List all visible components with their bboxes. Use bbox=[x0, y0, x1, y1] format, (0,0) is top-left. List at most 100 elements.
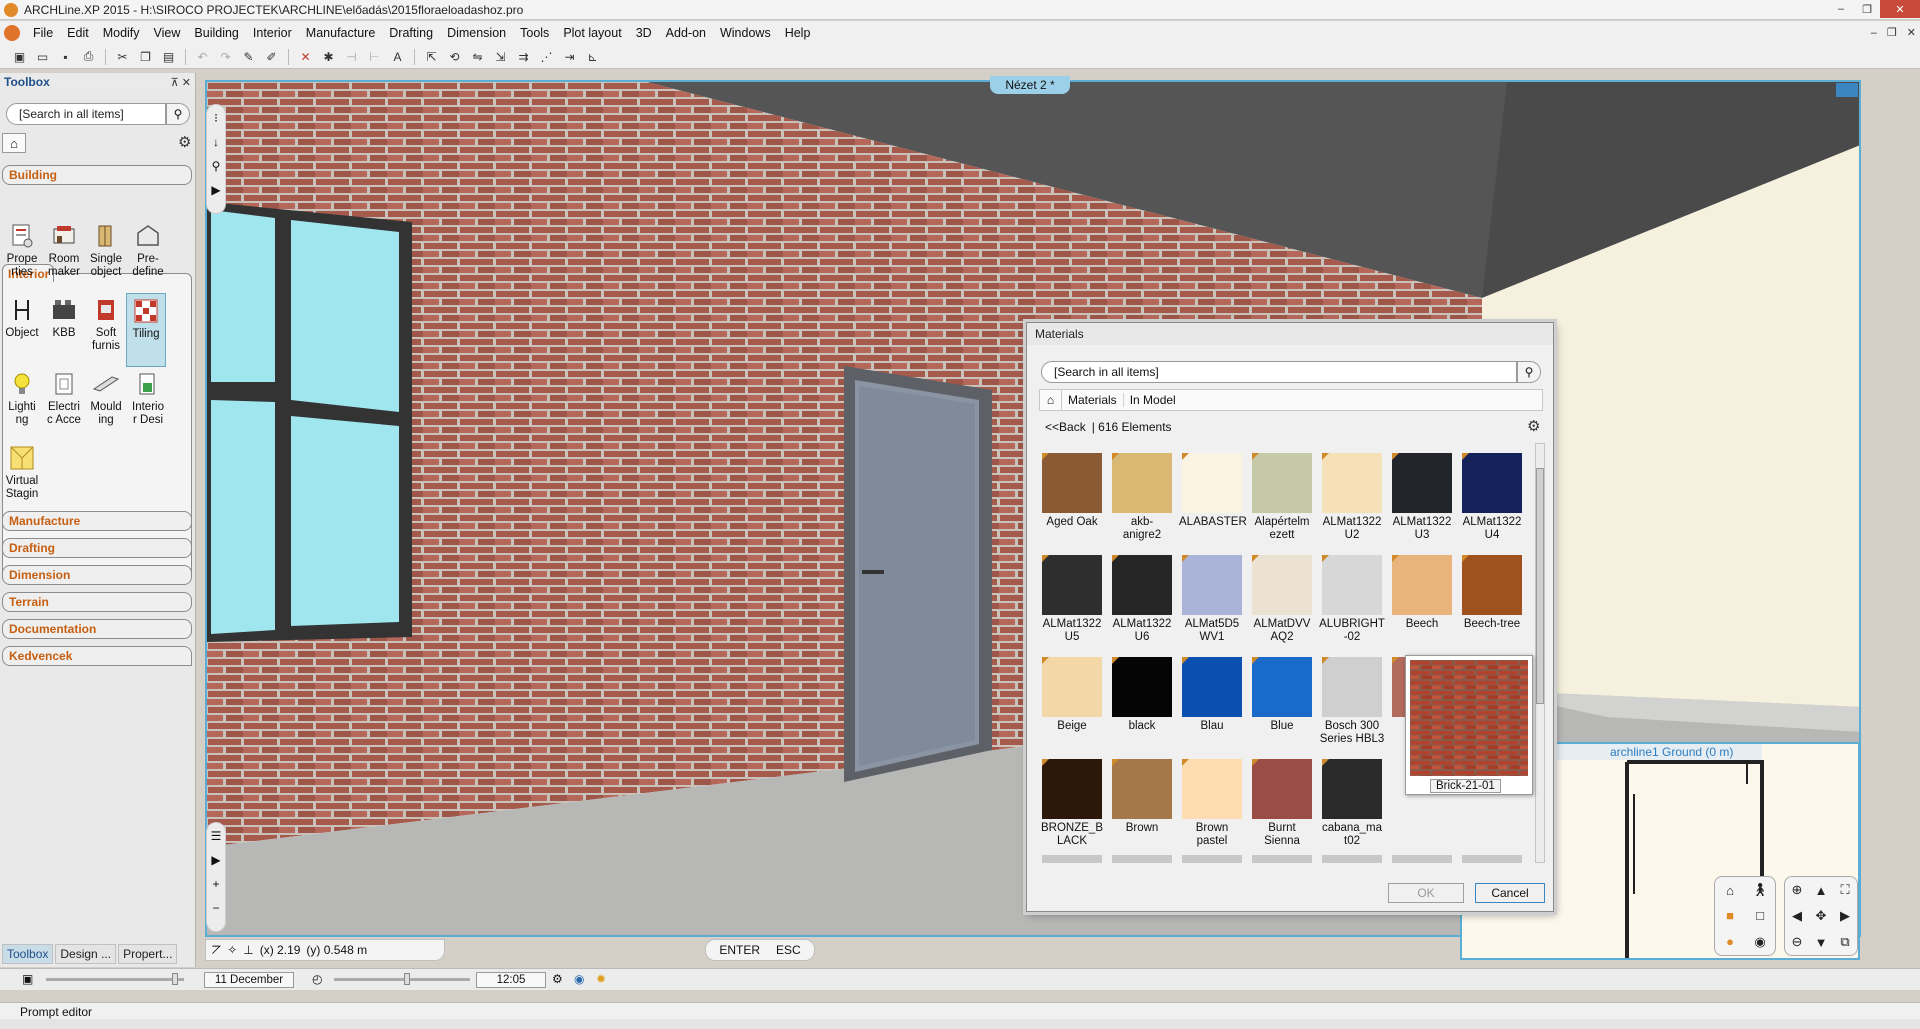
material-tile[interactable]: ALMat1322 U3 bbox=[1389, 453, 1455, 542]
zoom-out-icon[interactable]: ⊖ bbox=[1792, 934, 1803, 950]
menu-help[interactable]: Help bbox=[778, 26, 818, 40]
materials-search-input[interactable]: [Search in all items] bbox=[1041, 361, 1517, 383]
material-tile[interactable]: BRONZE_B LACK bbox=[1039, 759, 1105, 848]
tab-design-center[interactable]: Design ... bbox=[55, 944, 117, 964]
menu-manufacture[interactable]: Manufacture bbox=[299, 26, 382, 40]
category-terrain[interactable]: Terrain bbox=[2, 592, 192, 612]
snap-icon[interactable]: ✧ bbox=[227, 943, 237, 957]
tool-kbb[interactable]: KBB bbox=[44, 295, 84, 340]
material-tile[interactable]: ALMat1322 U4 bbox=[1459, 453, 1525, 542]
pan-icon[interactable]: ✥ bbox=[1816, 908, 1827, 924]
category-drafting[interactable]: Drafting bbox=[2, 538, 192, 558]
close-button[interactable]: ✕ bbox=[1880, 0, 1920, 18]
ok-button[interactable]: OK bbox=[1388, 883, 1464, 903]
breadcrumb-materials[interactable]: Materials bbox=[1062, 393, 1124, 407]
scrollbar-thumb[interactable] bbox=[1536, 468, 1544, 704]
sun-settings-icon[interactable]: ▣ bbox=[22, 972, 33, 986]
menu-dimension[interactable]: Dimension bbox=[440, 26, 513, 40]
material-tile[interactable]: Bosch 300 Series HBL3 bbox=[1319, 657, 1385, 746]
time-slider[interactable] bbox=[334, 973, 470, 985]
tab-toolbox[interactable]: Toolbox bbox=[2, 944, 54, 964]
sun-icon[interactable]: ● bbox=[1726, 934, 1734, 949]
move-icon[interactable]: ⇱ bbox=[422, 48, 441, 66]
date-slider-knob[interactable] bbox=[172, 973, 178, 985]
tool-single-object[interactable]: Single object bbox=[86, 221, 126, 279]
delete-icon[interactable]: ✕ bbox=[296, 48, 315, 66]
material-swatch-partial[interactable] bbox=[1252, 855, 1312, 863]
doc-minimize-button[interactable]: ‒ bbox=[1871, 21, 1877, 45]
extend-icon[interactable]: ⇥ bbox=[560, 48, 579, 66]
pen-icon[interactable]: ✐ bbox=[262, 48, 281, 66]
save-icon[interactable]: ▪ bbox=[56, 48, 75, 66]
trim-icon[interactable]: ✱ bbox=[319, 48, 338, 66]
open-folder-icon[interactable]: ▭ bbox=[33, 48, 52, 66]
material-tile[interactable]: Beige bbox=[1039, 657, 1105, 733]
settings-icon[interactable]: ⚙ bbox=[552, 972, 563, 986]
zoom-window-icon[interactable]: ⧉ bbox=[1840, 934, 1849, 950]
zoom-icon[interactable]: ⚲ bbox=[212, 159, 221, 173]
category-dimension[interactable]: Dimension bbox=[2, 565, 192, 585]
paste-icon[interactable]: ▤ bbox=[159, 48, 178, 66]
tool-soft-furnishing[interactable]: Soft furnis bbox=[86, 295, 126, 353]
material-tile[interactable]: Blue bbox=[1249, 657, 1315, 733]
toolbox-search-input[interactable]: [Search in all items] bbox=[6, 103, 166, 125]
category-documentation[interactable]: Documentation bbox=[2, 619, 192, 639]
menu-drafting[interactable]: Drafting bbox=[382, 26, 440, 40]
walk-icon[interactable]: ⁝ bbox=[214, 111, 218, 125]
material-tile[interactable]: ALUBRIGHT -02 bbox=[1319, 555, 1385, 644]
home-icon[interactable]: ⌂ bbox=[2, 133, 26, 153]
step-down-icon[interactable]: ↓ bbox=[213, 135, 219, 149]
walk-person-icon[interactable]: 🚶︎ bbox=[1752, 882, 1769, 898]
print-icon[interactable]: ⎙ bbox=[79, 48, 98, 66]
coord-x[interactable]: (x) 2.19 bbox=[260, 943, 301, 957]
zoom-in-icon[interactable]: ⊕ bbox=[1792, 882, 1803, 898]
material-tile[interactable]: Beech bbox=[1389, 555, 1455, 631]
tool-electric[interactable]: Electri c Acce bbox=[44, 369, 84, 427]
tool-lighting[interactable]: Lighti ng bbox=[2, 369, 42, 427]
measure-icon[interactable]: ⊾ bbox=[583, 48, 602, 66]
tool-interior-design[interactable]: Interio r Desi bbox=[128, 369, 168, 427]
tool-virtual-staging[interactable]: Virtual Stagin bbox=[2, 443, 42, 501]
redo-icon[interactable]: ↷ bbox=[216, 48, 235, 66]
material-tile[interactable]: Aged Oak bbox=[1039, 453, 1105, 529]
archline-logo-icon[interactable] bbox=[4, 25, 20, 41]
date-field[interactable]: 11 December bbox=[204, 972, 294, 988]
menu-interior[interactable]: Interior bbox=[246, 26, 299, 40]
material-tile[interactable]: ALMat1322 U6 bbox=[1109, 555, 1175, 644]
tool-predefine[interactable]: Pre- define bbox=[128, 221, 168, 279]
offset-icon[interactable]: ⇉ bbox=[514, 48, 533, 66]
menu-tools[interactable]: Tools bbox=[513, 26, 556, 40]
material-swatch-partial[interactable] bbox=[1462, 855, 1522, 863]
material-tile[interactable]: ALMat1322 U2 bbox=[1319, 453, 1385, 542]
perspective-icon[interactable]: ⌂ bbox=[1726, 883, 1734, 898]
snap-angle-icon[interactable]: ⦢ bbox=[212, 943, 221, 958]
viewport-corner-icon[interactable] bbox=[1836, 83, 1858, 97]
rotate-icon[interactable]: ⟲ bbox=[445, 48, 464, 66]
globe-icon[interactable]: ◉ bbox=[574, 972, 584, 986]
tool-tiling[interactable]: Tiling bbox=[126, 293, 166, 367]
undo-icon[interactable]: ↶ bbox=[193, 48, 212, 66]
stretch-icon[interactable]: ⇲ bbox=[491, 48, 510, 66]
search-icon[interactable]: ⚲ bbox=[1517, 361, 1541, 383]
minimize-button[interactable]: ‒ bbox=[1828, 0, 1854, 18]
time-slider-knob[interactable] bbox=[404, 973, 410, 985]
category-manufacture[interactable]: Manufacture bbox=[2, 511, 192, 531]
pan-up-icon[interactable]: ▲ bbox=[1815, 883, 1828, 898]
list-icon[interactable]: ☰ bbox=[211, 829, 222, 843]
menu-file[interactable]: File bbox=[26, 26, 60, 40]
menu-plot-layout[interactable]: Plot layout bbox=[556, 26, 628, 40]
eye-icon[interactable]: ◉ bbox=[1754, 934, 1765, 950]
time-field[interactable]: 12:05 bbox=[476, 972, 546, 988]
search-icon[interactable]: ⚲ bbox=[166, 103, 190, 125]
pan-left-icon[interactable]: ◀ bbox=[1792, 908, 1802, 924]
pan-right-icon[interactable]: ▶ bbox=[1840, 908, 1850, 924]
material-tile[interactable]: akb- anigre2 bbox=[1109, 453, 1175, 542]
menu-windows[interactable]: Windows bbox=[713, 26, 778, 40]
maximize-button[interactable]: ❐ bbox=[1854, 0, 1880, 18]
cube-icon[interactable]: □ bbox=[1756, 908, 1764, 923]
doc-close-button[interactable]: ✕ bbox=[1907, 21, 1916, 45]
tool-room-maker[interactable]: Room maker bbox=[44, 221, 84, 279]
zoom-in-icon[interactable]: + bbox=[212, 877, 219, 891]
material-swatch-partial[interactable] bbox=[1322, 855, 1382, 863]
material-tile[interactable]: ALMat1322 U5 bbox=[1039, 555, 1105, 644]
